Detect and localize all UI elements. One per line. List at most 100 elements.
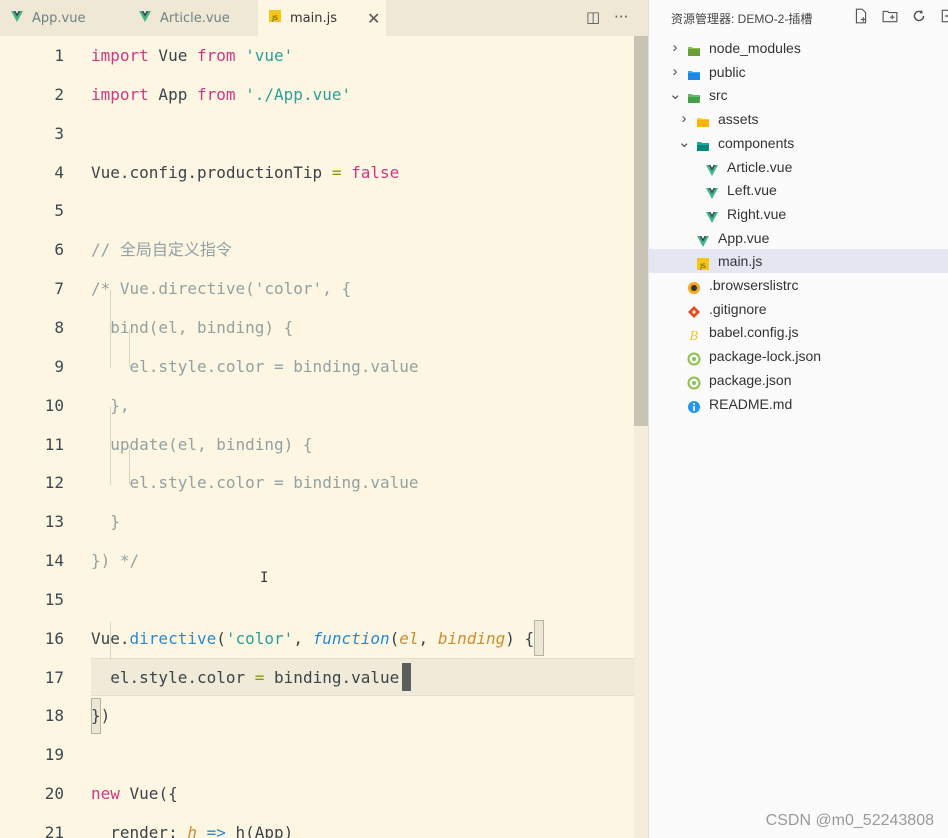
browserslist-icon [687, 278, 701, 294]
tree-item-right-vue[interactable]: Right.vue [649, 202, 948, 226]
indent-guide [110, 407, 111, 485]
more-actions-icon[interactable]: ··· [614, 8, 628, 26]
code-line[interactable]: } [91, 503, 120, 541]
code-line[interactable]: el.style.color = binding.value [91, 464, 419, 502]
tree-item-label: main.js [718, 253, 763, 270]
tree-item-gitignore[interactable]: .gitignore [649, 297, 948, 321]
tree-item-label: .browserslistrc [709, 277, 799, 293]
code-area[interactable]: import Vue from 'vue' import App from './… [0, 36, 648, 838]
collapse-icon[interactable] [940, 8, 948, 28]
vue-icon [138, 9, 152, 27]
svg-text:JS: JS [271, 15, 278, 22]
folder-src-icon [687, 88, 701, 104]
code-editor[interactable]: App.vue Article.vue JS main.js ✕ ◫ ··· 1234567… [0, 0, 648, 838]
code-line[interactable]: el.style.color = binding.value [91, 659, 399, 697]
js-icon: JS [696, 254, 710, 271]
tree-item-node-modules[interactable]: › node_modules [649, 36, 948, 60]
new-folder-icon[interactable] [882, 8, 898, 28]
chevron-right-icon[interactable]: › [678, 107, 690, 131]
tree-item-label: README.md [709, 395, 793, 412]
tab-main-js[interactable]: JS main.js ✕ [258, 0, 386, 36]
code-line[interactable]: // 全局自定义指令 [91, 231, 232, 269]
tree-item-browserslistrc[interactable]: .browserslistrc [649, 273, 948, 297]
tree-item-label: package-lock.json [709, 348, 822, 365]
folder-node-icon [687, 41, 701, 56]
new-file-icon[interactable] [853, 8, 869, 28]
vue-icon [10, 9, 24, 27]
code-line[interactable]: }) [91, 697, 110, 735]
tree-item-label: Right.vue [727, 205, 787, 222]
svg-text:B: B [689, 329, 699, 342]
tree-item-components[interactable]: ⌄ components [649, 131, 948, 155]
code-line[interactable]: }) */ [91, 542, 139, 580]
tree-item-babel-config-js[interactable]: Bbabel.config.js [649, 320, 948, 344]
code-line[interactable]: render: h => h(App) [91, 814, 293, 838]
chevron-right-icon[interactable]: › [669, 36, 681, 60]
code-line[interactable]: el.style.color = binding.value [91, 348, 419, 386]
text-cursor [402, 663, 411, 691]
code-line[interactable]: Vue.config.productionTip = false [91, 154, 399, 192]
tree-item-main-js[interactable]: JS main.js [649, 249, 948, 274]
mouse-ibeam-icon: I [260, 570, 269, 586]
file-explorer: 资源管理器: DEMO-2-插槽 › node_modules › public ⌄ sr… [648, 0, 948, 838]
tab-label: App.vue [32, 10, 86, 26]
tree-item-label: Left.vue [727, 182, 777, 199]
watermark: CSDN @m0_52243808 [765, 812, 934, 829]
code-line[interactable]: import Vue from 'vue' [91, 37, 293, 75]
code-line[interactable]: new Vue({ [91, 775, 178, 813]
tree-item-label: node_modules [709, 40, 801, 56]
tree-item-src[interactable]: ⌄ src [649, 83, 948, 107]
vue-icon [705, 183, 719, 200]
npm-json-icon [687, 349, 701, 366]
tree-item-article-vue[interactable]: Article.vue [649, 155, 948, 179]
npm-json-icon [687, 373, 701, 390]
git-icon [687, 302, 701, 318]
js-icon: JS [268, 9, 282, 27]
code-line[interactable]: update(el, binding) { [91, 426, 312, 464]
tree-item-label: components [718, 134, 795, 151]
indent-guide [110, 622, 111, 660]
tree-item-label: App.vue [718, 229, 770, 246]
tree-item-package-json[interactable]: package.json [649, 368, 948, 392]
bracket-match-highlight [534, 620, 544, 656]
tree-item-label: src [709, 87, 728, 104]
svg-text:JS: JS [699, 263, 706, 270]
tree-item-package-lock-json[interactable]: package-lock.json [649, 344, 948, 368]
tree-item-label: public [709, 63, 746, 80]
tree-item-readme-md[interactable]: README.md [649, 392, 948, 416]
tab-bar: App.vue Article.vue JS main.js ✕ ◫ ··· [0, 0, 648, 36]
tree-item-assets[interactable]: › assets [649, 107, 948, 131]
tab-app-vue[interactable]: App.vue [0, 0, 126, 36]
tab-label: Article.vue [160, 10, 230, 26]
folder-assets-icon [696, 112, 710, 128]
indent-guide [129, 446, 130, 484]
explorer-title: 资源管理器: DEMO-2-插槽 [671, 12, 813, 26]
tab-article-vue[interactable]: Article.vue [128, 0, 256, 36]
chevron-right-icon[interactable]: › [669, 60, 681, 84]
tree-item-public[interactable]: › public [649, 60, 948, 84]
split-editor-icon[interactable]: ◫ [586, 8, 600, 26]
info-icon [687, 397, 701, 413]
code-line[interactable]: import App from './App.vue' [91, 76, 351, 114]
tree-item-app-vue[interactable]: App.vue [649, 226, 948, 250]
tree-item-label: package.json [709, 371, 792, 388]
tree-item-left-vue[interactable]: Left.vue [649, 178, 948, 202]
tree-item-label: assets [718, 111, 759, 128]
tree-item-label: .gitignore [709, 300, 767, 317]
refresh-icon[interactable] [911, 8, 927, 28]
folder-public-icon [687, 65, 701, 80]
code-line[interactable]: bind(el, binding) { [91, 309, 293, 347]
babel-icon: B [687, 325, 701, 343]
code-line[interactable]: Vue.directive('color', function(el, bind… [91, 620, 534, 658]
editor-scrollbar-thumb[interactable] [634, 36, 648, 426]
folder-components-icon [696, 136, 710, 151]
tree-item-label: babel.config.js [709, 324, 799, 341]
indent-guide [129, 329, 130, 367]
vue-icon [705, 160, 719, 176]
indent-guide [110, 290, 111, 368]
code-line[interactable]: /* Vue.directive('color', { [91, 270, 351, 308]
vue-icon [705, 207, 719, 223]
chevron-down-icon[interactable]: ⌄ [678, 131, 691, 155]
close-tab-icon[interactable]: ✕ [367, 9, 380, 28]
chevron-down-icon[interactable]: ⌄ [669, 83, 682, 107]
